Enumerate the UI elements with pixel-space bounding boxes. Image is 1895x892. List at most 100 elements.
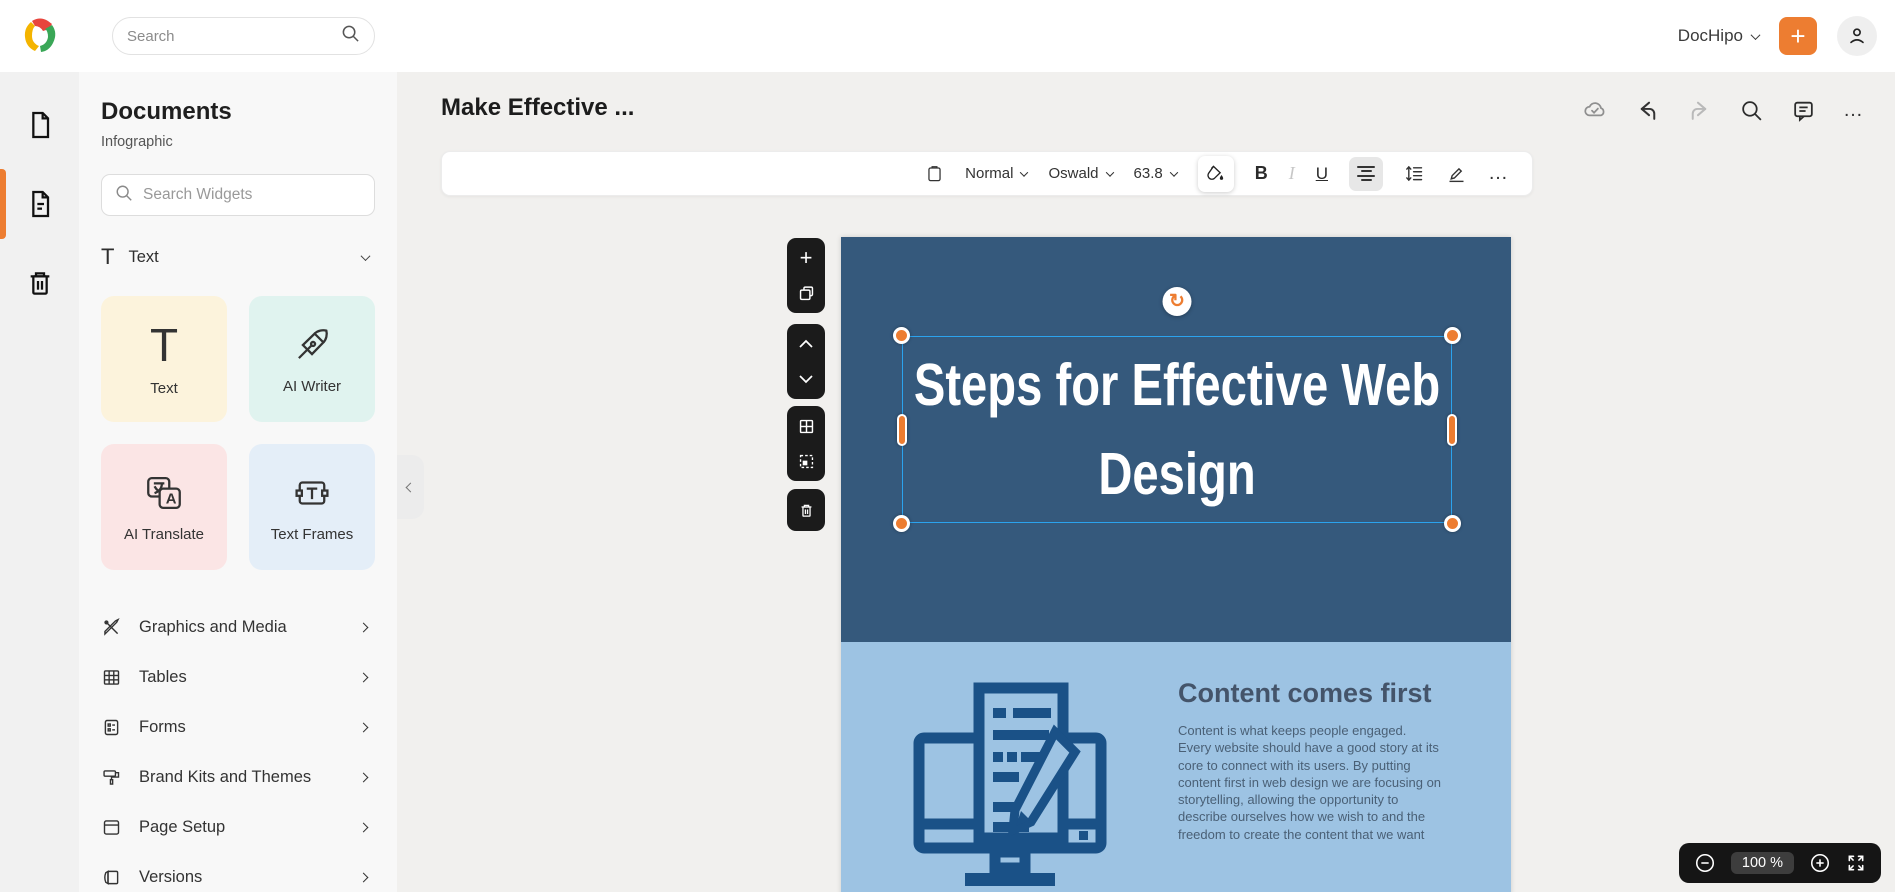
more-options-button[interactable]: … (1843, 99, 1865, 122)
cloud-saved-icon[interactable] (1582, 97, 1608, 123)
highlighter-pen-icon (1446, 163, 1467, 184)
sidebar-item-tables[interactable]: Tables (101, 652, 375, 702)
undo-button[interactable] (1635, 98, 1660, 123)
paragraph-style-value: Normal (965, 165, 1013, 182)
chevron-down-icon (798, 374, 814, 384)
marquee-select-icon (798, 453, 815, 470)
chevron-down-icon (1020, 168, 1028, 176)
sidebar-collapse-button[interactable] (397, 455, 424, 519)
sidebar-title: Documents (101, 98, 375, 126)
rail-item-trash[interactable] (0, 252, 79, 314)
widget-label: Text (150, 380, 178, 397)
infographic-title[interactable]: Steps for Effective Web Design (903, 337, 1450, 522)
resize-handle-top-left[interactable] (893, 327, 910, 344)
menu-label: Forms (139, 718, 186, 737)
trash-icon (798, 502, 815, 519)
document-title[interactable]: Make Effective ... (441, 94, 634, 122)
italic-button-disabled[interactable]: I (1289, 163, 1295, 184)
chevron-left-icon (406, 482, 416, 492)
add-page-button[interactable]: + (795, 247, 817, 269)
sidebar-item-brand-kits[interactable]: Brand Kits and Themes (101, 752, 375, 802)
line-spacing-button[interactable] (1404, 163, 1425, 184)
paint-bucket-icon (1206, 164, 1226, 184)
rotate-handle[interactable]: ↻ (1163, 287, 1192, 316)
text-color-button[interactable] (1198, 156, 1234, 192)
widget-search-input[interactable] (143, 186, 361, 204)
zoom-in-button[interactable] (1809, 852, 1831, 874)
text-frame-icon (291, 472, 333, 514)
selected-text-box[interactable]: Steps for Effective Web Design ↻ (902, 336, 1452, 523)
sidebar-item-forms[interactable]: Forms (101, 702, 375, 752)
documents-sidebar: Documents Infographic T Text T Text (79, 72, 397, 892)
find-button[interactable] (1739, 98, 1764, 123)
pen-nib-icon (291, 324, 333, 366)
brand-menu[interactable]: DocHipo (1678, 26, 1759, 46)
font-size-select[interactable]: 63.8 (1134, 165, 1177, 182)
delete-page-button[interactable] (795, 499, 817, 521)
menu-label: Page Setup (139, 818, 225, 837)
dochipo-logo-icon[interactable] (19, 15, 61, 57)
fullscreen-button[interactable] (1846, 853, 1866, 873)
zoom-out-button[interactable] (1694, 852, 1716, 874)
infographic-page[interactable]: Steps for Effective Web Design ↻ (841, 237, 1511, 892)
redo-button[interactable] (1687, 98, 1712, 123)
page-tools-move-group (787, 324, 825, 399)
paragraph-style-select[interactable]: Normal (965, 165, 1027, 182)
resize-handle-bottom-right[interactable] (1444, 515, 1461, 532)
font-family-select[interactable]: Oswald (1048, 165, 1112, 182)
topbar-right-cluster: DocHipo + (1678, 16, 1895, 56)
align-center-button-active[interactable] (1349, 157, 1383, 191)
resize-handle-top-right[interactable] (1444, 327, 1461, 344)
global-search-input[interactable] (127, 28, 341, 45)
section-heading[interactable]: Content comes first (1178, 678, 1432, 709)
rail-item-new-document[interactable] (0, 94, 79, 156)
section-body-text[interactable]: Content is what keeps people engaged. Ev… (1178, 722, 1442, 843)
content-monitor-icon (903, 676, 1117, 891)
design-tools-icon (101, 617, 122, 638)
duplicate-page-button[interactable] (795, 282, 817, 304)
sidebar-item-versions[interactable]: Versions (101, 852, 375, 892)
widget-search (101, 174, 375, 216)
comments-button[interactable] (1791, 98, 1816, 123)
select-area-button[interactable] (795, 450, 817, 472)
search-icon[interactable] (341, 24, 360, 48)
toolbar-more-button[interactable]: … (1488, 162, 1510, 185)
sidebar-menu: Graphics and Media Tables (101, 602, 375, 892)
app-window: DocHipo + (0, 0, 1895, 892)
infographic-section-block[interactable]: Content comes first Content is what keep… (841, 642, 1511, 892)
resize-handle-bottom-left[interactable] (893, 515, 910, 532)
sidebar-subtitle: Infographic (101, 134, 375, 150)
bold-button[interactable]: B (1255, 163, 1268, 184)
resize-handle-right[interactable] (1447, 414, 1457, 446)
paste-style-button[interactable] (925, 164, 944, 183)
widget-text[interactable]: T Text (101, 296, 227, 422)
sidebar-item-page-setup[interactable]: Page Setup (101, 802, 375, 852)
zoom-level-value[interactable]: 100 % (1731, 852, 1794, 874)
widget-ai-translate[interactable]: A AI Translate (101, 444, 227, 570)
expand-icon (1846, 853, 1866, 873)
move-page-up-button[interactable] (795, 333, 817, 355)
top-bar: DocHipo + (0, 0, 1895, 72)
text-section-header[interactable]: T Text (101, 244, 375, 270)
widget-text-frames[interactable]: Text Frames (249, 444, 375, 570)
page-layout-icon (101, 817, 122, 838)
svg-text:A: A (166, 491, 177, 507)
chevron-down-icon (361, 251, 371, 261)
editor-canvas-area: Make Effective ... (397, 72, 1895, 892)
versions-icon (101, 867, 122, 888)
grid-view-button[interactable] (795, 415, 817, 437)
font-size-value: 63.8 (1134, 165, 1163, 182)
blank-page-icon (24, 109, 56, 141)
zoom-controls: 100 % (1679, 843, 1881, 883)
sidebar-item-graphics-and-media[interactable]: Graphics and Media (101, 602, 375, 652)
person-icon (1846, 25, 1868, 47)
underline-button[interactable]: U (1316, 164, 1328, 184)
create-new-button[interactable]: + (1779, 17, 1817, 55)
move-page-down-button[interactable] (795, 368, 817, 390)
highlight-button[interactable] (1446, 163, 1467, 184)
widget-ai-writer[interactable]: AI Writer (249, 296, 375, 422)
user-avatar-button[interactable] (1837, 16, 1877, 56)
line-spacing-icon (1404, 163, 1425, 184)
resize-handle-left[interactable] (897, 414, 907, 446)
rail-item-documents-active[interactable] (0, 173, 79, 235)
